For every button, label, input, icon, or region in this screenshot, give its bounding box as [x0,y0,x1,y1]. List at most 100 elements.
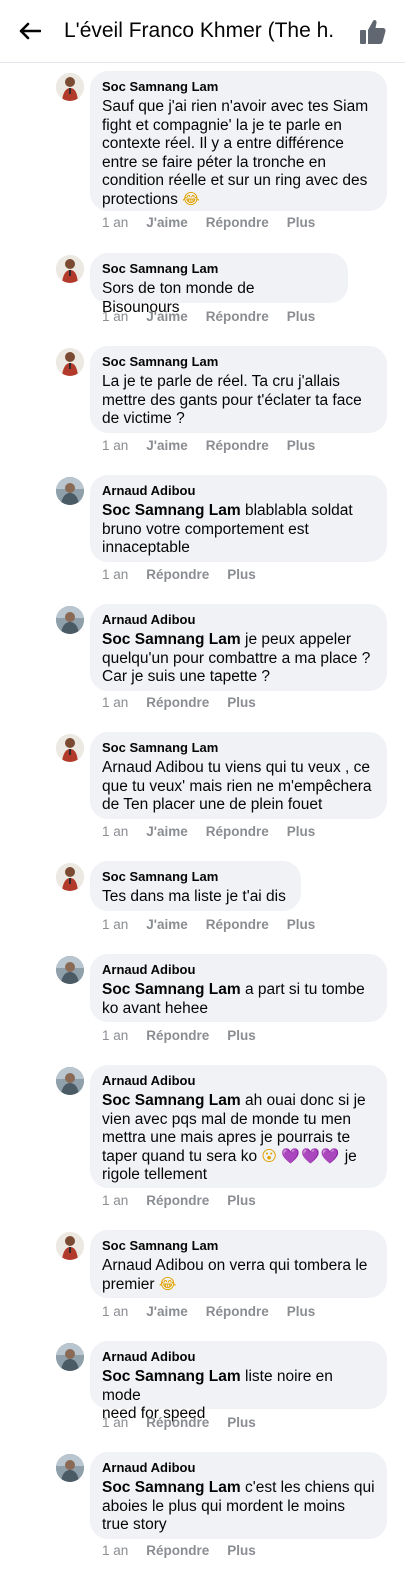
comment-bubble: Soc Samnang Lam La je te parle de réel. T… [90,346,387,433]
more-button[interactable]: Plus [287,1304,316,1319]
comment-author[interactable]: Soc Samnang Lam [102,868,289,885]
comment-author[interactable]: Soc Samnang Lam [102,1237,375,1254]
reply-button[interactable]: Répondre [146,1193,209,1208]
comment-actions: 1 an J'aime Répondre Plus [102,917,315,932]
avatar-photo-icon [56,863,84,891]
more-button[interactable]: Plus [227,1028,256,1043]
like-comment-button[interactable]: J'aime [146,917,188,932]
comment-author[interactable]: Arnaud Adibou [102,482,375,499]
more-button[interactable]: Plus [227,567,256,582]
like-comment-button[interactable]: J'aime [146,438,188,453]
reply-button[interactable]: Répondre [206,215,269,230]
text-line: bruno votre comportement est [102,520,309,538]
avatar[interactable] [56,1067,84,1095]
comment-text: Arnaud Adibou on verra qui tombera le pre… [102,1257,375,1294]
comment-actions: 1 an Répondre Plus [102,1028,256,1043]
text-line: de Ten placer une de plein fouet [102,796,323,813]
more-button[interactable]: Plus [227,695,256,710]
comment-actions: 1 an J'aime Répondre Plus [102,438,315,453]
like-comment-button[interactable]: J'aime [146,1304,188,1319]
mention-link[interactable]: Soc Samnang Lam [102,981,241,998]
text-line: a part si tu tombe [240,981,365,998]
comment-author[interactable]: Soc Samnang Lam [102,78,375,95]
reply-button[interactable]: Répondre [146,1415,209,1430]
more-button[interactable]: Plus [287,917,316,932]
comment-author[interactable]: Arnaud Adibou [102,1348,375,1365]
comment-text: Soc Samnang Lam a part si tu tombe ko ava… [102,981,375,1018]
text-line: entre se faire péter la tronche en [102,153,327,171]
reply-button[interactable]: Répondre [146,695,209,710]
like-comment-button[interactable]: J'aime [146,215,188,230]
text-line: vien avec pqs mal de monde tu men [102,1110,351,1128]
comment-bubble: Arnaud Adibou Soc Samnang Lam liste noire… [90,1341,387,1422]
avatar-photo-icon [56,956,84,984]
reply-button[interactable]: Répondre [206,309,269,324]
like-comment-button[interactable]: J'aime [146,309,188,324]
avatar[interactable] [56,1454,84,1482]
avatar-photo-icon [56,255,84,283]
avatar[interactable] [56,1343,84,1371]
more-button[interactable]: Plus [287,215,316,230]
reply-button[interactable]: Répondre [206,438,269,453]
avatar[interactable] [56,1232,84,1260]
more-button[interactable]: Plus [287,824,316,839]
comment-author[interactable]: Arnaud Adibou [102,961,375,978]
comment-author[interactable]: Soc Samnang Lam [102,353,375,370]
avatar[interactable] [56,348,84,376]
text-line: condition réelle et sur un ring avec des [102,172,368,189]
more-button[interactable]: Plus [287,438,316,453]
text-line: quelqu'un pour combattre a ma place ? [102,649,371,667]
more-button[interactable]: Plus [227,1543,256,1558]
comment-author[interactable]: Soc Samnang Lam [102,260,336,277]
like-comment-button[interactable]: J'aime [146,824,188,839]
laughing-emoji-icon: 😂 [158,1275,177,1293]
text-line: aboies le plus qui mordent le moins [102,1497,345,1515]
text-line: Arnaud Adibou on verra qui tombera le [102,1257,368,1274]
avatar[interactable] [56,734,84,762]
comment-author[interactable]: Arnaud Adibou [102,1072,375,1089]
avatar[interactable] [56,255,84,283]
text-line: protections [102,190,178,208]
comment-actions: 1 an Répondre Plus [102,1415,256,1430]
more-button[interactable]: Plus [227,1415,256,1430]
more-button[interactable]: Plus [227,1193,256,1208]
text-line: Arnaud Adibou tu viens qui tu veux , ce [102,759,370,776]
comment-text: Sauf que j'ai rien n'avoir avec tes Siam… [102,98,375,209]
comment-bubble: Soc Samnang Lam Arnaud Adibou tu viens qu… [90,732,387,819]
text-line: Tes dans ma liste je t'ai dis [102,888,286,905]
text-line: blablabla soldat [240,502,353,519]
comment-actions: 1 an J'aime Répondre Plus [102,824,315,839]
mention-link[interactable]: Soc Samnang Lam [102,631,241,648]
comment-bubble: Soc Samnang Lam Sauf que j'ai rien n'avoi… [90,71,387,211]
mention-link[interactable]: Soc Samnang Lam [102,1092,241,1109]
text-line: innaceptable [102,539,190,556]
comment-author[interactable]: Arnaud Adibou [102,611,375,628]
avatar-photo-icon [56,1232,84,1260]
reply-button[interactable]: Répondre [206,1304,269,1319]
reply-button[interactable]: Répondre [206,824,269,839]
text-line: ko avant hehee [102,999,209,1017]
avatar[interactable] [56,956,84,984]
mention-link[interactable]: Soc Samnang Lam [102,1479,241,1496]
comment-text: Soc Samnang Lam c'est les chiens qui aboi… [102,1479,375,1535]
like-page-button[interactable] [355,14,391,50]
comment-author[interactable]: Soc Samnang Lam [102,739,375,756]
avatar[interactable] [56,606,84,634]
reply-button[interactable]: Répondre [146,1028,209,1043]
back-button[interactable] [12,14,48,48]
avatar[interactable] [56,477,84,505]
mention-link[interactable]: Soc Samnang Lam [102,1368,241,1385]
comment-time: 1 an [102,1028,129,1043]
avatar-photo-icon [56,348,84,376]
reply-button[interactable]: Répondre [146,567,209,582]
mention-link[interactable]: Soc Samnang Lam [102,502,241,519]
more-button[interactable]: Plus [287,309,316,324]
avatar-photo-icon [56,606,84,634]
reply-button[interactable]: Répondre [206,917,269,932]
reply-button[interactable]: Répondre [146,1543,209,1558]
avatar[interactable] [56,863,84,891]
text-line: de victime ? [102,410,185,427]
avatar[interactable] [56,73,84,101]
comment-author[interactable]: Arnaud Adibou [102,1459,375,1476]
comment-actions: 1 an Répondre Plus [102,695,256,710]
